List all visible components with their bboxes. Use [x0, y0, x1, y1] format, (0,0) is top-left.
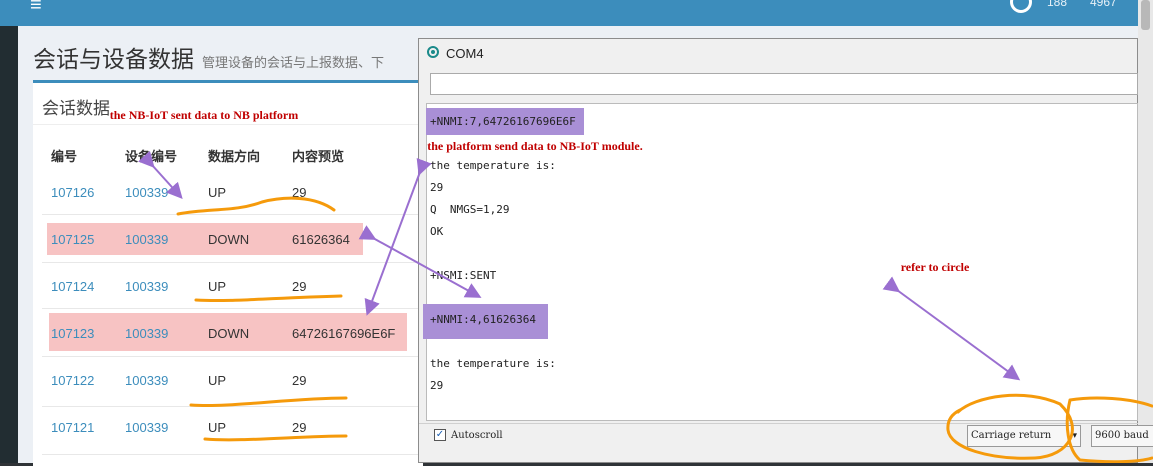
underline-mark [176, 196, 336, 216]
circle-mark [1065, 396, 1153, 463]
annotation-arrow [138, 150, 183, 199]
underline-mark [189, 396, 348, 408]
annotation-arrow [358, 225, 482, 298]
annotation-arrow [882, 276, 1021, 381]
annotation-overlay [138, 150, 1153, 463]
annotation-arrow [364, 157, 432, 316]
underline-mark [203, 434, 348, 442]
underline-mark [194, 294, 343, 303]
circle-mark [946, 393, 1074, 460]
